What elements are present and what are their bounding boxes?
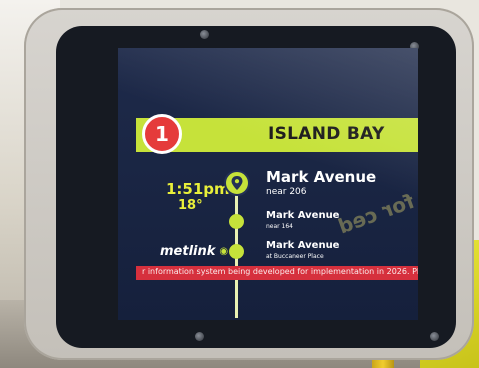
stop-sub-1: near 206 (266, 187, 307, 197)
passenger-info-screen: d for ced 1 ISLAND BAY 1:51pm 18° Mark A… (118, 48, 418, 320)
destination-title: ISLAND BAY (268, 124, 385, 144)
stop-sub-2: near 164 (266, 223, 293, 230)
bus-interior-scene: d for ced 1 ISLAND BAY 1:51pm 18° Mark A… (0, 0, 479, 368)
stop-dot-2 (229, 214, 244, 229)
stop-sub-3: at Buccaneer Place (266, 253, 324, 260)
logo-text: metlink (160, 244, 216, 259)
stop-name-1: Mark Avenue (266, 168, 377, 186)
bolt-bottom-right (430, 332, 439, 341)
temperature: 18° (178, 198, 203, 213)
stop-name-3: Mark Avenue (266, 240, 340, 251)
reflection-text: d for ced (334, 181, 418, 239)
news-ticker: r information system being developed for… (136, 266, 418, 280)
map-pin-icon (224, 170, 250, 196)
bolt-top (200, 30, 209, 39)
route-number-badge: 1 (142, 114, 182, 154)
logo-dot-icon: ◉ (219, 246, 229, 257)
current-time: 1:51pm (166, 180, 230, 198)
route-number: 1 (155, 122, 169, 146)
stop-name-2: Mark Avenue (266, 210, 340, 221)
ticker-text: r information system being developed for… (142, 267, 418, 276)
stop-dot-3 (229, 244, 244, 259)
pin-glyph (231, 176, 243, 190)
metlink-logo: metlink ◉ (160, 244, 228, 259)
bolt-bottom (195, 332, 204, 341)
